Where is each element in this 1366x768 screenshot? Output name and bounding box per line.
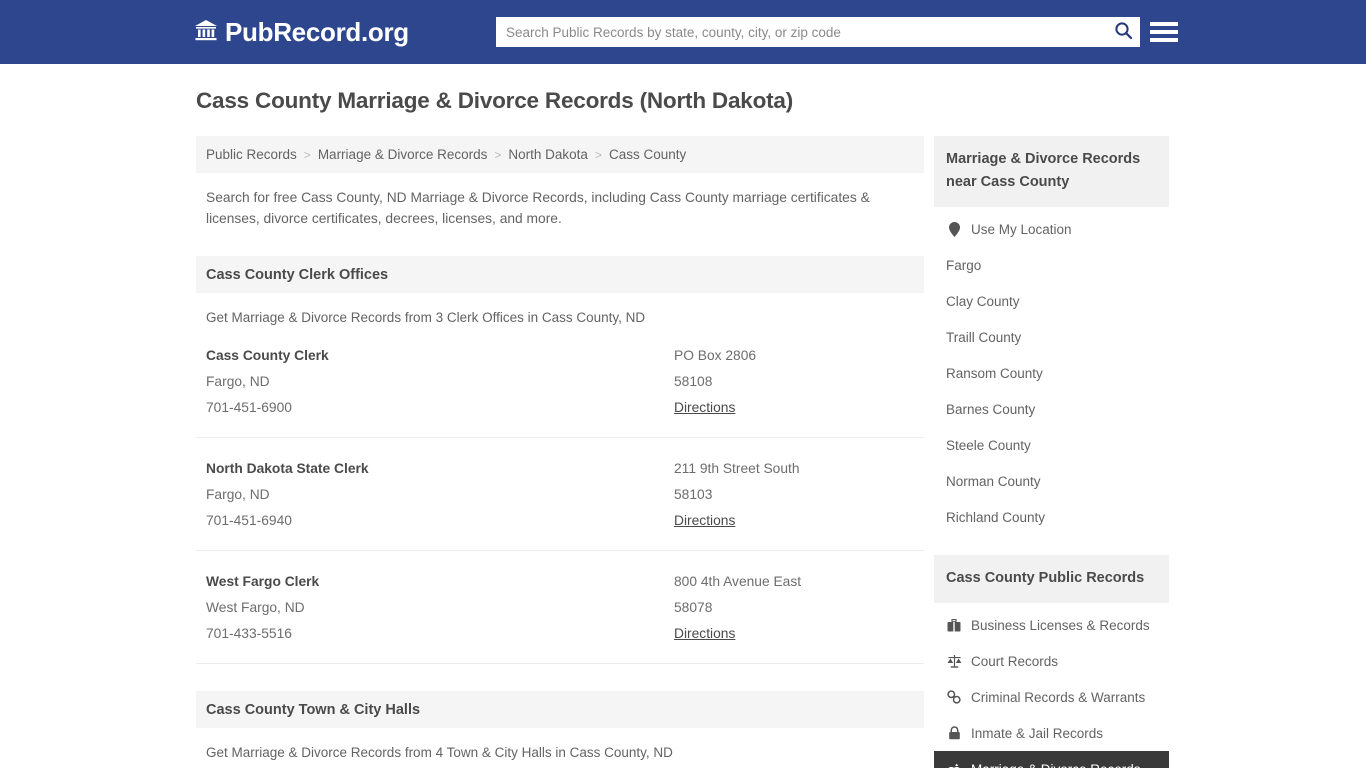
sidebar-item-use-my-location[interactable]: Use My Location — [934, 211, 1169, 247]
listing-row: North Dakota State Clerk Fargo, ND 701-4… — [196, 438, 924, 551]
sidebar-item-label: Court Records — [971, 653, 1059, 669]
logo-text: PubRecord.org — [225, 16, 409, 47]
sidebar-public-records-list: Business Licenses & Records Court Record… — [934, 603, 1169, 768]
listing-row: West Fargo Clerk West Fargo, ND 701-433-… — [196, 551, 924, 664]
sidebar-item-ransom-county[interactable]: Ransom County — [934, 355, 1169, 391]
listing-right-column: 800 4th Avenue East 58078 Directions — [674, 569, 914, 647]
section-heading-clerk-offices: Cass County Clerk Offices — [196, 256, 924, 293]
handcuffs-icon — [946, 690, 962, 704]
search-bar — [496, 17, 1140, 47]
listing-right-column: PO Box 2806 58108 Directions — [674, 343, 914, 421]
sidebar-nearby-list: Use My Location Fargo Clay County Traill… — [934, 207, 1169, 535]
wedding-rings-icon — [946, 763, 962, 768]
hamburger-menu-icon — [1150, 22, 1178, 26]
listing-zip: 58103 — [674, 487, 713, 502]
sidebar-item-barnes-county[interactable]: Barnes County — [934, 391, 1169, 427]
directions-link[interactable]: Directions — [674, 621, 735, 647]
sidebar-item-label: Traill County — [946, 329, 1022, 345]
listing-address: 211 9th Street South — [674, 461, 800, 476]
content-columns: Public Records > Marriage & Divorce Reco… — [196, 136, 1366, 768]
sidebar-item-label: Steele County — [946, 437, 1031, 453]
breadcrumb-item-marriage-divorce-records[interactable]: Marriage & Divorce Records — [318, 147, 488, 162]
sidebar-item-inmate-jail-records[interactable]: Inmate & Jail Records — [934, 715, 1169, 751]
search-button[interactable] — [1106, 17, 1140, 47]
listing-name: West Fargo Clerk — [206, 574, 320, 589]
scales-of-justice-icon — [946, 654, 962, 668]
listing-left-column: Cass County Clerk Fargo, ND 701-451-6900 — [206, 343, 674, 421]
page-body: Cass County Marriage & Divorce Records (… — [0, 64, 1366, 768]
sidebar-heading-public-records: Cass County Public Records — [934, 555, 1169, 603]
sidebar-item-marriage-divorce-records[interactable]: Marriage & Divorce Records — [934, 751, 1169, 768]
listing-left-column: North Dakota State Clerk Fargo, ND 701-4… — [206, 456, 674, 534]
search-input[interactable] — [496, 17, 1106, 47]
listing-address: PO Box 2806 — [674, 348, 757, 363]
sidebar-item-label: Use My Location — [971, 221, 1072, 237]
sidebar-item-norman-county[interactable]: Norman County — [934, 463, 1169, 499]
breadcrumb-separator: > — [303, 147, 311, 162]
listing-right-column: 211 9th Street South 58103 Directions — [674, 456, 914, 534]
sidebar-item-clay-county[interactable]: Clay County — [934, 283, 1169, 319]
sidebar: Marriage & Divorce Records near Cass Cou… — [934, 136, 1169, 768]
breadcrumb-item-public-records[interactable]: Public Records — [206, 147, 297, 162]
sidebar-item-label: Fargo — [946, 257, 982, 273]
sidebar-heading-nearby: Marriage & Divorce Records near Cass Cou… — [934, 136, 1169, 207]
breadcrumb-item-cass-county[interactable]: Cass County — [609, 147, 686, 162]
listing-name: North Dakota State Clerk — [206, 461, 369, 476]
page-title: Cass County Marriage & Divorce Records (… — [196, 88, 794, 113]
listing-city-state: West Fargo, ND — [206, 600, 305, 615]
listing-city-state: Fargo, ND — [206, 374, 270, 389]
hamburger-menu-icon — [1150, 30, 1178, 34]
listing-phone: 701-451-6900 — [206, 400, 292, 415]
listing-zip: 58078 — [674, 600, 713, 615]
sidebar-item-label: Ransom County — [946, 365, 1043, 381]
listing-city-state: Fargo, ND — [206, 487, 270, 502]
hamburger-menu-icon — [1150, 38, 1178, 42]
breadcrumb-separator: > — [594, 147, 602, 162]
section-heading-town-city-halls: Cass County Town & City Halls — [196, 691, 924, 728]
sidebar-item-label: Richland County — [946, 509, 1046, 525]
section-subtitle-clerk-offices: Get Marriage & Divorce Records from 3 Cl… — [206, 310, 646, 325]
listing-zip: 58108 — [674, 374, 713, 389]
directions-link[interactable]: Directions — [674, 508, 735, 534]
bank-building-icon — [194, 19, 218, 46]
hamburger-menu-button[interactable] — [1150, 18, 1178, 46]
sidebar-item-label: Marriage & Divorce Records — [971, 762, 1141, 768]
sidebar-item-label: Clay County — [946, 293, 1020, 309]
listing-name: Cass County Clerk — [206, 348, 329, 363]
listing-phone: 701-451-6940 — [206, 513, 292, 528]
sidebar-item-label: Barnes County — [946, 401, 1036, 417]
section-subtitle-town-city-halls: Get Marriage & Divorce Records from 4 To… — [206, 745, 673, 760]
listing-address: 800 4th Avenue East — [674, 574, 802, 589]
sidebar-item-label: Business Licenses & Records — [971, 617, 1150, 633]
page-intro-text: Search for free Cass County, ND Marriage… — [206, 190, 870, 226]
breadcrumb-separator: > — [494, 147, 502, 162]
sidebar-item-fargo[interactable]: Fargo — [934, 247, 1169, 283]
sidebar-item-criminal-records[interactable]: Criminal Records & Warrants — [934, 679, 1169, 715]
main-content: Public Records > Marriage & Divorce Reco… — [196, 136, 924, 768]
map-pin-icon — [946, 221, 962, 237]
sidebar-item-label: Inmate & Jail Records — [971, 725, 1104, 741]
site-header: PubRecord.org — [0, 0, 1366, 64]
listing-phone: 701-433-5516 — [206, 626, 292, 641]
sidebar-item-traill-county[interactable]: Traill County — [934, 319, 1169, 355]
directions-link[interactable]: Directions — [674, 395, 735, 421]
sidebar-item-label: Criminal Records & Warrants — [971, 689, 1146, 705]
listing-left-column: West Fargo Clerk West Fargo, ND 701-433-… — [206, 569, 674, 647]
site-logo[interactable]: PubRecord.org — [194, 17, 409, 48]
sidebar-public-records-block: Cass County Public Records Business Lice… — [934, 555, 1169, 768]
sidebar-item-richland-county[interactable]: Richland County — [934, 499, 1169, 535]
sidebar-item-steele-county[interactable]: Steele County — [934, 427, 1169, 463]
lock-icon — [946, 726, 962, 740]
breadcrumb-item-north-dakota[interactable]: North Dakota — [508, 147, 588, 162]
sidebar-item-court-records[interactable]: Court Records — [934, 643, 1169, 679]
briefcase-icon — [946, 618, 962, 632]
search-icon — [1114, 21, 1133, 43]
breadcrumb: Public Records > Marriage & Divorce Reco… — [196, 136, 924, 173]
listing-row: Fargo City Hall Fargo, ND 701-241-1316 2… — [196, 760, 924, 768]
sidebar-item-business-licenses[interactable]: Business Licenses & Records — [934, 607, 1169, 643]
listing-row: Cass County Clerk Fargo, ND 701-451-6900… — [196, 325, 924, 438]
sidebar-item-label: Norman County — [946, 473, 1041, 489]
